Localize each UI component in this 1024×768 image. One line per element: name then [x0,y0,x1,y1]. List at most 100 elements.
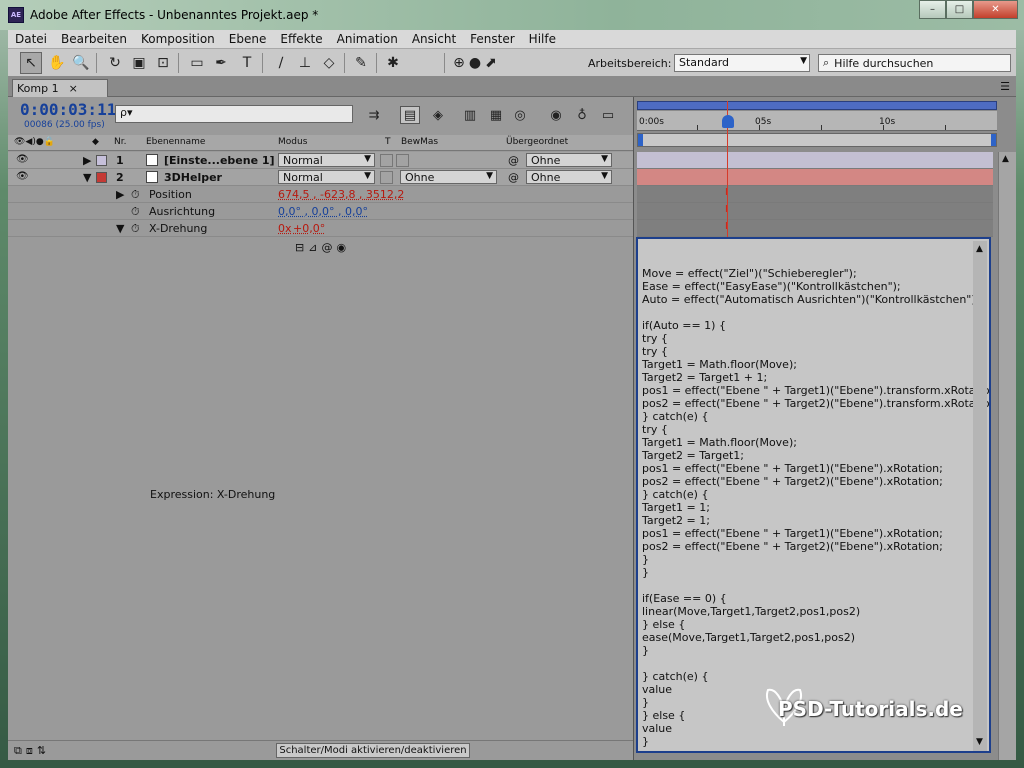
world-axis-icon[interactable]: ⬈ [480,52,502,74]
current-time-indicator-head[interactable] [722,115,734,128]
property-row-x-drehung[interactable]: ▼ ⏱ X-Drehung 0x +0,0° [8,220,633,237]
layer-name[interactable]: 3DHelper [164,171,222,184]
time-ruler[interactable]: 0:00s 05s 10s [637,111,997,131]
menu-bearbeiten[interactable]: Bearbeiten [54,32,134,46]
layer-search-input[interactable]: ρ▾ [115,105,353,123]
selection-tool-icon[interactable]: ↖ [20,52,42,74]
camera-tool-icon[interactable]: ▣ [128,52,150,74]
zoom-tool-icon[interactable]: 🔍 [70,52,92,74]
collapse-triangle-icon[interactable]: ▼ [116,222,124,235]
tab-komp-1[interactable]: Komp 1 × [12,79,108,97]
x-rotation-revolutions[interactable]: 0x [278,222,292,235]
minimize-button[interactable]: – [919,0,946,19]
stopwatch-icon[interactable]: ⏱ [131,222,140,236]
draft-3d-icon[interactable]: ▤ [400,106,420,124]
current-time-display[interactable]: 0:00:03:11 [20,100,116,119]
vertical-scrollbar[interactable]: ▲ [998,152,1016,760]
shy-layers-icon[interactable]: ◈ [428,106,448,124]
layer-name[interactable]: [Einste...ebene 1] [164,154,275,167]
blend-mode-dropdown[interactable]: Normal ▼ [278,170,375,184]
work-area-bar[interactable] [637,101,997,110]
property-row-ausrichtung[interactable]: ⏱ Ausrichtung 0,0° , 0,0° , 0,0° [8,203,633,220]
graph-editor-icon[interactable]: ♁ [572,106,592,124]
layer-bar-1[interactable] [637,152,993,169]
navigator-start-handle[interactable] [638,134,643,146]
menu-datei[interactable]: Datei [8,32,54,46]
ruler-tick-label: 10s [879,117,896,127]
layer-row-1[interactable]: 👁 ▶ 1 [Einste...ebene 1] Normal ▼ @ Ohne ▼ [8,152,633,169]
label-color-chip[interactable] [96,155,107,166]
stopwatch-icon[interactable]: ⏱ [131,205,140,219]
parent-dropdown[interactable]: Ohne ▼ [526,153,612,167]
toggle-switches-modes-button[interactable]: Schalter/Modi aktivieren/deaktivieren [276,743,470,758]
position-value[interactable]: 674,5 , -623,8 , 3512,2 [278,188,404,201]
time-navigator[interactable] [637,133,997,147]
roto-brush-tool-icon[interactable]: ✎ [350,52,372,74]
puppet-tool-icon[interactable]: ✱ [382,52,404,74]
brainstorm-icon[interactable]: ◎ [510,106,530,124]
pan-behind-tool-icon[interactable]: ⊡ [152,52,174,74]
brush-tool-icon[interactable]: ∕ [270,52,292,74]
comp-mini-flowchart-icon[interactable]: ⇉ [364,106,384,124]
transfer-controls-icon[interactable]: ⧈ [26,744,33,758]
expression-pickwhip-icon[interactable]: @ [321,241,332,254]
frame-blending-icon[interactable]: ▥ [460,106,480,124]
code-line: pos1 = effect("Ebene " + Target1)("Ebene… [642,527,943,540]
hand-tool-icon[interactable]: ✋ [46,52,68,74]
navigator-end-handle[interactable] [991,134,996,146]
scroll-up-icon[interactable]: ▲ [1002,154,1009,164]
collapse-triangle-icon[interactable]: ▼ [83,171,91,184]
menu-hilfe[interactable]: Hilfe [522,32,563,46]
maximize-button[interactable]: □ [946,0,973,19]
label-color-chip[interactable] [96,172,107,183]
close-button[interactable]: ✕ [973,0,1018,19]
rectangle-tool-icon[interactable]: ▭ [186,52,208,74]
code-line: ease(Move,Target1,Target2,pos1,pos2) [642,631,856,644]
expression-graph-icon[interactable]: ⊿ [308,241,317,254]
expand-triangle-icon[interactable]: ▶ [83,154,91,167]
menu-effekte[interactable]: Effekte [273,32,329,46]
menu-ebene[interactable]: Ebene [222,32,274,46]
auto-keyframe-icon[interactable]: ◉ [546,106,566,124]
layer-bar-2[interactable] [637,169,993,186]
text-tool-icon[interactable]: T [236,52,258,74]
eye-icon[interactable]: 👁 [16,154,29,165]
menu-ansicht[interactable]: Ansicht [405,32,463,46]
eraser-tool-icon[interactable]: ◇ [318,52,340,74]
preserve-transparency-toggle[interactable] [380,171,393,184]
expression-toggle-icon[interactable]: ⊟ [295,241,304,254]
graph-view-icon[interactable]: ▭ [598,106,618,124]
track-matte-slot[interactable] [396,154,409,167]
pen-tool-icon[interactable]: ✒ [210,52,232,74]
pickwhip-icon[interactable]: @ [508,171,519,184]
stopwatch-icon[interactable]: ⏱ [131,188,140,202]
rotation-tool-icon[interactable]: ↻ [104,52,126,74]
blend-mode-dropdown[interactable]: Normal ▼ [278,153,375,167]
preserve-transparency-toggle[interactable] [380,154,393,167]
eye-icon[interactable]: 👁 [16,171,29,182]
expand-triangle-icon[interactable]: ▶ [116,188,124,201]
menu-fenster[interactable]: Fenster [463,32,522,46]
track-matte-dropdown[interactable]: Ohne ▼ [400,170,497,184]
layer-row-2[interactable]: 👁 ▼ 2 3DHelper Normal ▼ Ohne ▼ @ Ohne ▼ [8,169,633,186]
property-row-position[interactable]: ▶ ⏱ Position 674,5 , -623,8 , 3512,2 [8,186,633,203]
x-rotation-degrees[interactable]: +0,0° [293,222,325,235]
expression-editor[interactable]: Move = effect("Ziel")("Schieberegler"); E… [636,237,991,753]
panel-menu-icon[interactable]: ☰ [1000,80,1010,93]
pickwhip-icon[interactable]: @ [508,154,519,167]
help-search-input[interactable]: ⌕ Hilfe durchsuchen [818,54,1011,72]
expression-language-menu-icon[interactable]: ◉ [336,241,346,254]
menu-komposition[interactable]: Komposition [134,32,222,46]
menu-animation[interactable]: Animation [330,32,405,46]
orientation-value[interactable]: 0,0° , 0,0° , 0,0° [278,205,368,218]
scroll-up-icon[interactable]: ▲ [976,243,983,256]
workspace-dropdown[interactable]: Standard ▼ [674,54,810,72]
parent-dropdown[interactable]: Ohne ▼ [526,170,612,184]
close-tab-icon[interactable]: × [69,82,78,95]
clone-stamp-tool-icon[interactable]: ⊥ [294,52,316,74]
layer-switches-icon[interactable]: ⧉ [14,744,22,758]
scroll-down-icon[interactable]: ▼ [976,736,983,749]
motion-blur-icon[interactable]: ▦ [486,106,506,124]
in-out-icon[interactable]: ⇅ [37,744,46,758]
